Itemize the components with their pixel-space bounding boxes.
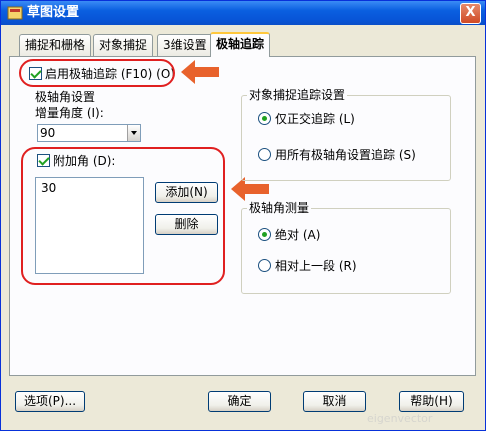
additional-angle-label[interactable]: 附加角 (D): [53,154,115,168]
help-button[interactable]: 帮助(H) [399,391,464,412]
angle-settings-title: 极轴角设置 [35,90,96,104]
orthogonal-only-radio[interactable] [258,112,271,125]
increment-angle-label: 增量角度 (I): [35,106,104,120]
drafting-settings-dialog: 草图设置 X 捕捉和栅格 对象捕捉 3维设置 极轴追踪 启用极轴追踪 (F10)… [0,0,486,431]
window-title: 草图设置 [27,5,80,20]
chevron-down-icon[interactable] [127,125,140,141]
options-button[interactable]: 选项(P)... [15,391,85,412]
add-angle-button[interactable]: 添加(N) [155,182,218,203]
object-snap-tracking-title: 对象捕捉追踪设置 [247,88,348,102]
all-polar-angles-radio[interactable] [258,148,271,161]
orthogonal-only-label[interactable]: 仅正交追踪 (L) [275,112,355,126]
increment-angle-select[interactable]: 90 [37,124,141,142]
list-item[interactable]: 30 [41,181,56,195]
increment-angle-value: 90 [40,126,56,140]
cancel-button[interactable]: 取消 [303,391,366,412]
app-icon [7,6,23,20]
tab-object-snap[interactable]: 对象捕捉 [93,34,154,56]
watermark: eigenvector [367,412,433,425]
polar-measurement-group [241,208,451,294]
all-polar-angles-label[interactable]: 用所有极轴角设置追踪 (S) [275,148,416,162]
absolute-radio[interactable] [258,228,271,241]
tab-3d-settings[interactable]: 3维设置 [157,34,213,56]
absolute-label[interactable]: 绝对 (A) [275,228,320,242]
ok-button[interactable]: 确定 [208,391,271,412]
arrow-pointer-icon [181,60,219,84]
close-icon: X [465,5,476,20]
relative-last-segment-label[interactable]: 相对上一段 (R) [275,259,357,273]
object-snap-tracking-group [241,95,451,181]
tab-snap-grid[interactable]: 捕捉和栅格 [19,34,92,56]
polar-measurement-title: 极轴角测量 [247,201,312,215]
tab-polar-tracking[interactable]: 极轴追踪 [210,32,271,57]
highlight-circle-enable [19,59,175,87]
title-bar[interactable]: 草图设置 X [1,1,485,25]
relative-last-segment-radio[interactable] [258,259,271,272]
close-button[interactable]: X [460,3,481,24]
delete-angle-button[interactable]: 删除 [155,214,218,235]
additional-angle-checkbox[interactable] [37,154,50,167]
additional-angle-list[interactable]: 30 [35,177,144,274]
